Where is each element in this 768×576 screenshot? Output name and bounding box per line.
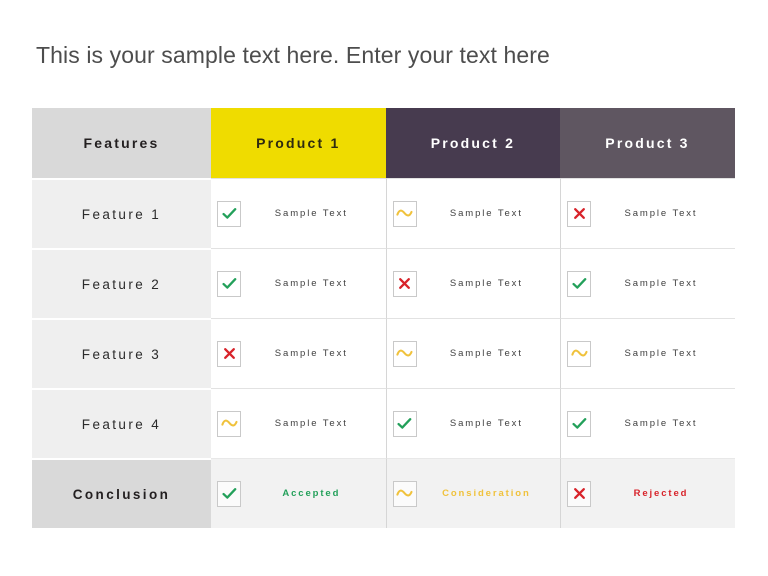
table-cell-product-2: Sample Text [385, 248, 561, 318]
cross-icon [567, 200, 592, 227]
table-cell-product-2: Sample Text [385, 178, 561, 248]
table-cell-product-2: Sample Text [385, 318, 561, 388]
check-icon [217, 480, 241, 507]
column-header-product-1: Product 1 [211, 108, 386, 178]
cross-icon [392, 270, 417, 297]
check-icon [567, 270, 592, 297]
check-icon [392, 410, 417, 437]
cell-label: Sample Text [449, 418, 523, 429]
cell-label: Sample Text [624, 348, 698, 359]
cell-label: Sample Text [624, 208, 698, 219]
table-cell-product-2: Sample Text [385, 388, 561, 458]
cross-icon [217, 340, 241, 367]
cell-label: Sample Text [624, 278, 698, 289]
conclusion-status-label: Rejected [633, 488, 689, 499]
cell-label: Sample Text [274, 208, 348, 219]
table-cell-product-2: Consideration [385, 458, 561, 528]
table-row-conclusion: Conclusion Accepted Consideration Rejected [32, 458, 735, 528]
table-cell-product-3: Sample Text [560, 318, 735, 388]
column-header-product-2: Product 2 [385, 108, 561, 178]
wave-icon [392, 340, 417, 367]
comparison-table: Features Product 1 Product 2 Product 3 F… [32, 108, 735, 528]
page-title: This is your sample text here. Enter you… [36, 42, 550, 68]
check-icon [567, 410, 592, 437]
table-cell-product-1: Sample Text [211, 318, 386, 388]
wave-icon [392, 480, 417, 507]
table-cell-product-3: Rejected [560, 458, 735, 528]
cell-label: Sample Text [449, 348, 523, 359]
cell-label: Sample Text [624, 418, 698, 429]
cell-label: Sample Text [449, 208, 523, 219]
table-row: Feature 2 Sample Text Sample Text Sample Te… [32, 248, 735, 318]
table-body: Feature 1 Sample Text Sample Text Sample Te… [32, 178, 735, 528]
row-label-feature: Feature 1 [32, 178, 211, 248]
check-icon [217, 270, 241, 297]
row-label-feature: Feature 3 [32, 318, 211, 388]
table-cell-product-3: Sample Text [560, 388, 735, 458]
cell-label: Sample Text [274, 278, 348, 289]
table-cell-product-3: Sample Text [560, 248, 735, 318]
table-row: Feature 1 Sample Text Sample Text Sample Te… [32, 178, 735, 248]
table-row: Feature 3 Sample Text Sample Text Sample Te… [32, 318, 735, 388]
table-cell-product-1: Accepted [211, 458, 386, 528]
check-icon [217, 200, 241, 227]
table-cell-product-1: Sample Text [211, 248, 386, 318]
table-header-row: Features Product 1 Product 2 Product 3 [32, 108, 735, 178]
row-label-feature: Feature 4 [32, 388, 211, 458]
cross-icon [567, 480, 592, 507]
conclusion-status-label: Accepted [282, 488, 341, 499]
cell-label: Sample Text [274, 418, 348, 429]
row-label-feature: Feature 2 [32, 248, 211, 318]
table-row: Feature 4 Sample Text Sample Text Sample Te… [32, 388, 735, 458]
wave-icon [392, 200, 417, 227]
wave-icon [217, 410, 241, 437]
cell-label: Sample Text [274, 348, 348, 359]
column-header-product-3: Product 3 [560, 108, 735, 178]
table-cell-product-3: Sample Text [560, 178, 735, 248]
table-cell-product-1: Sample Text [211, 178, 386, 248]
table-cell-product-1: Sample Text [211, 388, 386, 458]
row-label-conclusion: Conclusion [32, 458, 211, 528]
conclusion-status-label: Consideration [442, 488, 531, 499]
slide-canvas: This is your sample text here. Enter you… [0, 0, 768, 576]
cell-label: Sample Text [449, 278, 523, 289]
wave-icon [567, 340, 592, 367]
column-header-features: Features [32, 108, 211, 178]
